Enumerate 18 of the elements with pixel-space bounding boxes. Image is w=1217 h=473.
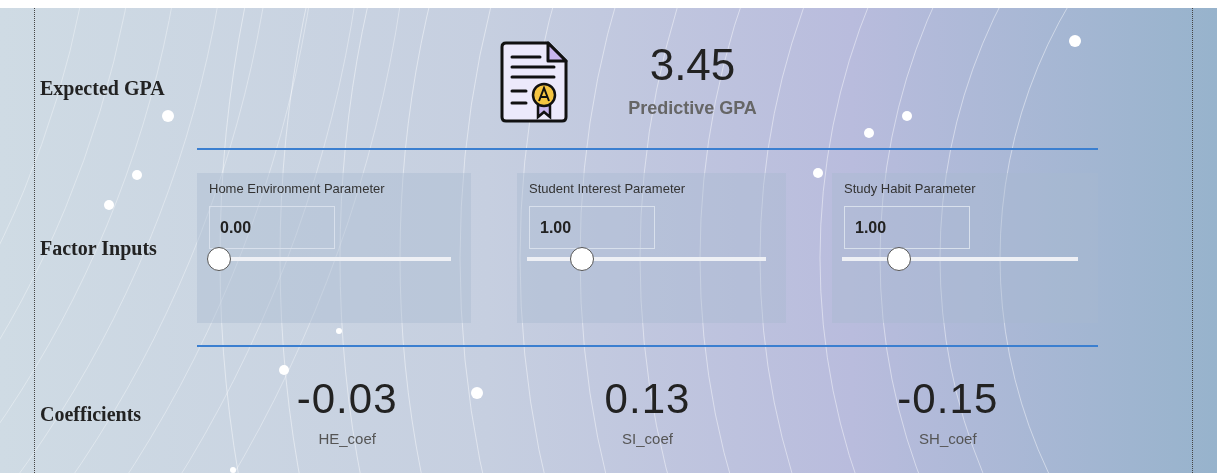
coefficient-value: -0.15 <box>897 377 999 420</box>
parameter-title: Home Environment Parameter <box>209 179 386 198</box>
gpa-value: 3.45 <box>649 42 736 87</box>
value-field[interactable]: 0.00 <box>209 206 335 249</box>
certificate-icon <box>498 41 571 123</box>
coefficient-caption: HE_coef <box>318 428 376 449</box>
coefficient-value: 0.13 <box>604 377 691 420</box>
gpa-caption: Predictive GPA <box>628 96 757 120</box>
coefficient-value: -0.03 <box>296 377 398 420</box>
section-label: Factor Inputs <box>40 235 158 262</box>
value-field[interactable]: 1.00 <box>844 206 970 249</box>
value-field[interactable]: 1.00 <box>529 206 655 249</box>
section-label: Expected GPA <box>40 76 166 102</box>
parameter-title: Student Interest Parameter <box>529 179 687 198</box>
section-label: Coefficients <box>40 402 143 427</box>
coefficient-caption: SH_coef <box>919 428 977 449</box>
parameter-title: Study Habit Parameter <box>844 179 977 198</box>
coefficient-caption: SI_coef <box>622 428 673 449</box>
